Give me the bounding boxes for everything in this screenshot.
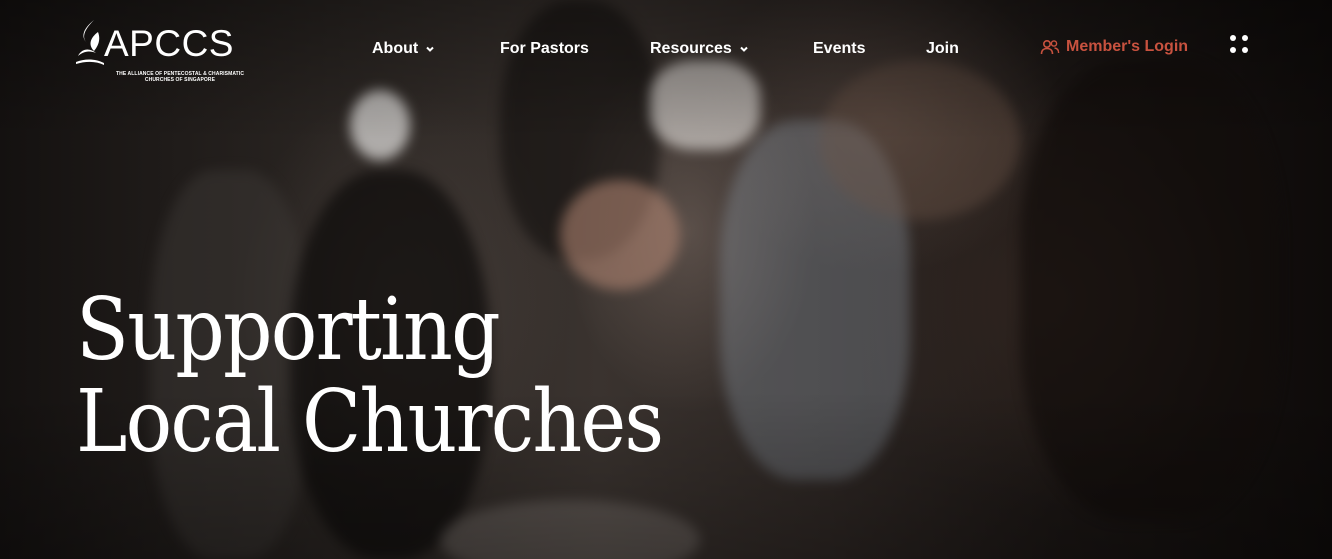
nav-item-label: Resources <box>650 40 732 57</box>
flame-logo-icon <box>76 20 104 65</box>
hero-headline-line2: Local Churches <box>76 372 664 472</box>
nav-item-for-pastors[interactable]: For Pastors <box>500 38 589 60</box>
site-logo[interactable]: APCCS THE ALLIANCE OF PENTECOSTAL & CHAR… <box>74 18 256 86</box>
brand-tagline-line2: CHURCHES OF SINGAPORE <box>144 77 216 83</box>
nav-item-label: About <box>372 40 419 57</box>
nav-item-join[interactable]: Join <box>926 38 959 60</box>
nav-item-about[interactable]: About <box>372 38 435 60</box>
member-login-link[interactable]: Member's Login <box>1040 36 1188 58</box>
grid-dots-icon[interactable] <box>1230 35 1252 57</box>
hero-headline-line1: Supporting <box>76 280 501 380</box>
users-icon <box>1040 39 1060 55</box>
member-login-label: Member's Login <box>1066 38 1189 55</box>
brand-tagline: THE ALLIANCE OF PENTECOSTAL & CHARISMATI… <box>104 71 256 83</box>
nav-item-resources[interactable]: Resources <box>650 38 749 60</box>
nav-item-label: Join <box>926 40 959 57</box>
brand-name: APCCS <box>104 23 234 64</box>
nav-item-events[interactable]: Events <box>813 38 865 60</box>
nav-item-label: For Pastors <box>500 40 589 57</box>
chevron-down-icon <box>740 46 748 52</box>
nav-item-label: Events <box>813 40 866 57</box>
chevron-down-icon <box>426 46 434 52</box>
hero-headline: Supporting Local Churches <box>76 280 664 472</box>
